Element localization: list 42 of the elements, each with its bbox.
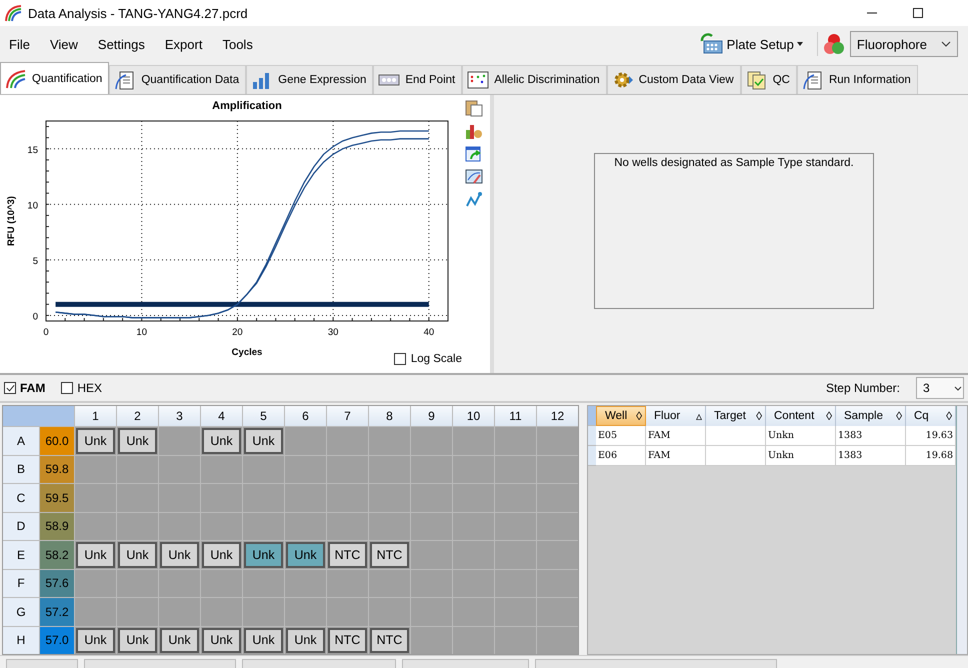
table-cell: FAM — [646, 446, 706, 466]
log-scale-label: Log Scale — [410, 353, 462, 365]
step-number-label: Step Number: — [826, 381, 900, 395]
table-cell: E05 — [596, 426, 646, 446]
y-tick-label: 15 — [27, 144, 38, 156]
temperature-cell: 58.9 — [40, 512, 74, 540]
sort-icon: ◊ — [896, 409, 902, 423]
x-tick-label: 20 — [232, 327, 243, 338]
window-title: Data Analysis - TANG-YANG4.27.pcrd — [28, 6, 248, 20]
x-axis-label: Cycles — [232, 347, 262, 358]
fluor-label: HEX — [77, 381, 102, 395]
sort-icon: ◊ — [826, 409, 832, 423]
temperature-cell: 57.6 — [40, 570, 74, 597]
x-tick-label: 40 — [424, 327, 434, 338]
table-cell: 19.68 — [906, 446, 956, 466]
fluor-label: FAM — [20, 381, 46, 395]
y-axis-label: RFU (10^3) — [6, 196, 17, 246]
chart-title: Amplification — [212, 100, 282, 112]
x-tick-label: 10 — [136, 327, 147, 338]
sort-icon: ▵ — [696, 409, 702, 423]
sort-icon: ◊ — [946, 409, 952, 423]
table-cell: E06 — [596, 446, 646, 466]
x-tick-label: 0 — [43, 327, 49, 338]
table-cell: FAM — [646, 426, 706, 446]
table-cell: Unkn — [766, 426, 836, 446]
temperature-cell: 59.5 — [40, 484, 74, 512]
x-tick-label: 30 — [328, 327, 338, 338]
table-cell: 1383 — [836, 426, 906, 446]
temperature-cell: 59.8 — [40, 456, 74, 483]
y-tick-label: 10 — [27, 200, 38, 212]
y-tick-label: 5 — [32, 256, 38, 267]
temperature-cell: 60.0 — [40, 427, 74, 454]
sort-icon: ◊ — [636, 409, 642, 423]
table-cell: 19.63 — [906, 426, 956, 446]
message-text: No wells designated as Sample Type standard. — [614, 157, 854, 171]
table-cell: 1383 — [836, 446, 906, 466]
sort-icon: ◊ — [756, 409, 762, 423]
temperature-cell: 57.0 — [40, 626, 74, 654]
temperature-cell: 58.2 — [40, 541, 74, 568]
y-tick-label: 0 — [32, 311, 38, 322]
table-cell: Unkn — [766, 446, 836, 466]
temperature-cell: 57.2 — [40, 598, 74, 626]
